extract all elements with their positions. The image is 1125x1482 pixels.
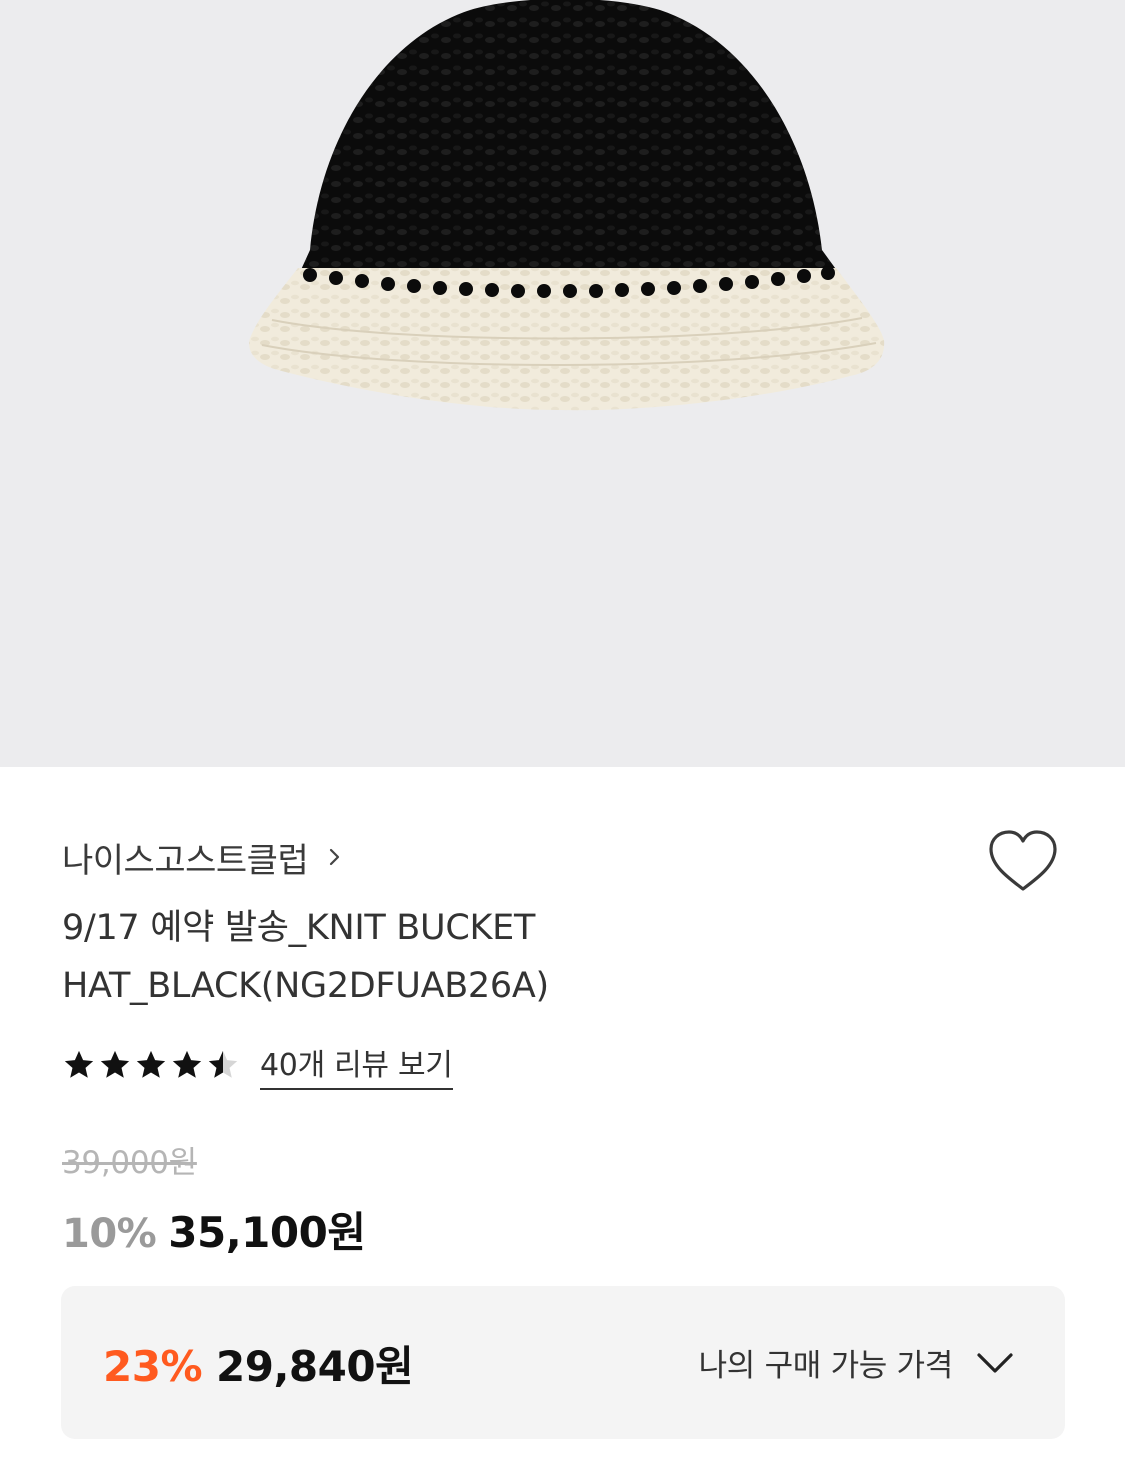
knit-bucket-hat-image xyxy=(249,0,885,411)
my-discount-rate: 23% xyxy=(103,1342,203,1391)
rating-row: 40개 리뷰 보기 xyxy=(62,1039,453,1091)
rating-stars xyxy=(62,1048,242,1082)
product-image[interactable] xyxy=(0,0,1125,767)
brand-link[interactable]: 나이스고스트클럽 xyxy=(62,833,344,881)
review-link[interactable]: 40개 리뷰 보기 xyxy=(260,1040,453,1090)
wishlist-button[interactable] xyxy=(985,827,1061,897)
product-title-line-2: HAT_BLACK(NG2DFUAB26A) xyxy=(62,966,549,1006)
star-icon xyxy=(98,1048,132,1082)
original-price: 39,000원 xyxy=(62,1145,197,1181)
price-row: 10% 35,100원 xyxy=(62,1199,366,1260)
star-half-icon xyxy=(206,1048,240,1082)
chevron-right-icon xyxy=(326,848,344,866)
my-price-summary: 23% 29,840원 xyxy=(103,1333,414,1394)
star-icon xyxy=(170,1048,204,1082)
chevron-down-icon xyxy=(975,1350,1015,1376)
brand-name[interactable]: 나이스고스트클럽 xyxy=(62,833,309,882)
my-price-amount: 29,840원 xyxy=(216,1342,414,1391)
product-title-line-1: 9/17 예약 발송_KNIT BUCKET xyxy=(62,908,536,948)
sale-price: 35,100원 xyxy=(168,1208,366,1257)
product-info-section: 나이스고스트클럽 9/17 예약 발송_KNIT BUCKET HAT_BLAC… xyxy=(0,767,1125,1482)
my-price-toggle[interactable]: 나의 구매 가능 가격 xyxy=(699,1340,1015,1385)
product-title: 9/17 예약 발송_KNIT BUCKET HAT_BLACK(NG2DFUA… xyxy=(62,899,682,1015)
my-price-label: 나의 구매 가능 가격 xyxy=(698,1348,954,1384)
star-icon xyxy=(62,1048,96,1082)
star-icon xyxy=(134,1048,168,1082)
discount-rate: 10% xyxy=(62,1211,157,1257)
my-price-dropdown[interactable]: 23% 29,840원 나의 구매 가능 가격 xyxy=(61,1286,1065,1439)
heart-outline-icon xyxy=(989,830,1057,891)
